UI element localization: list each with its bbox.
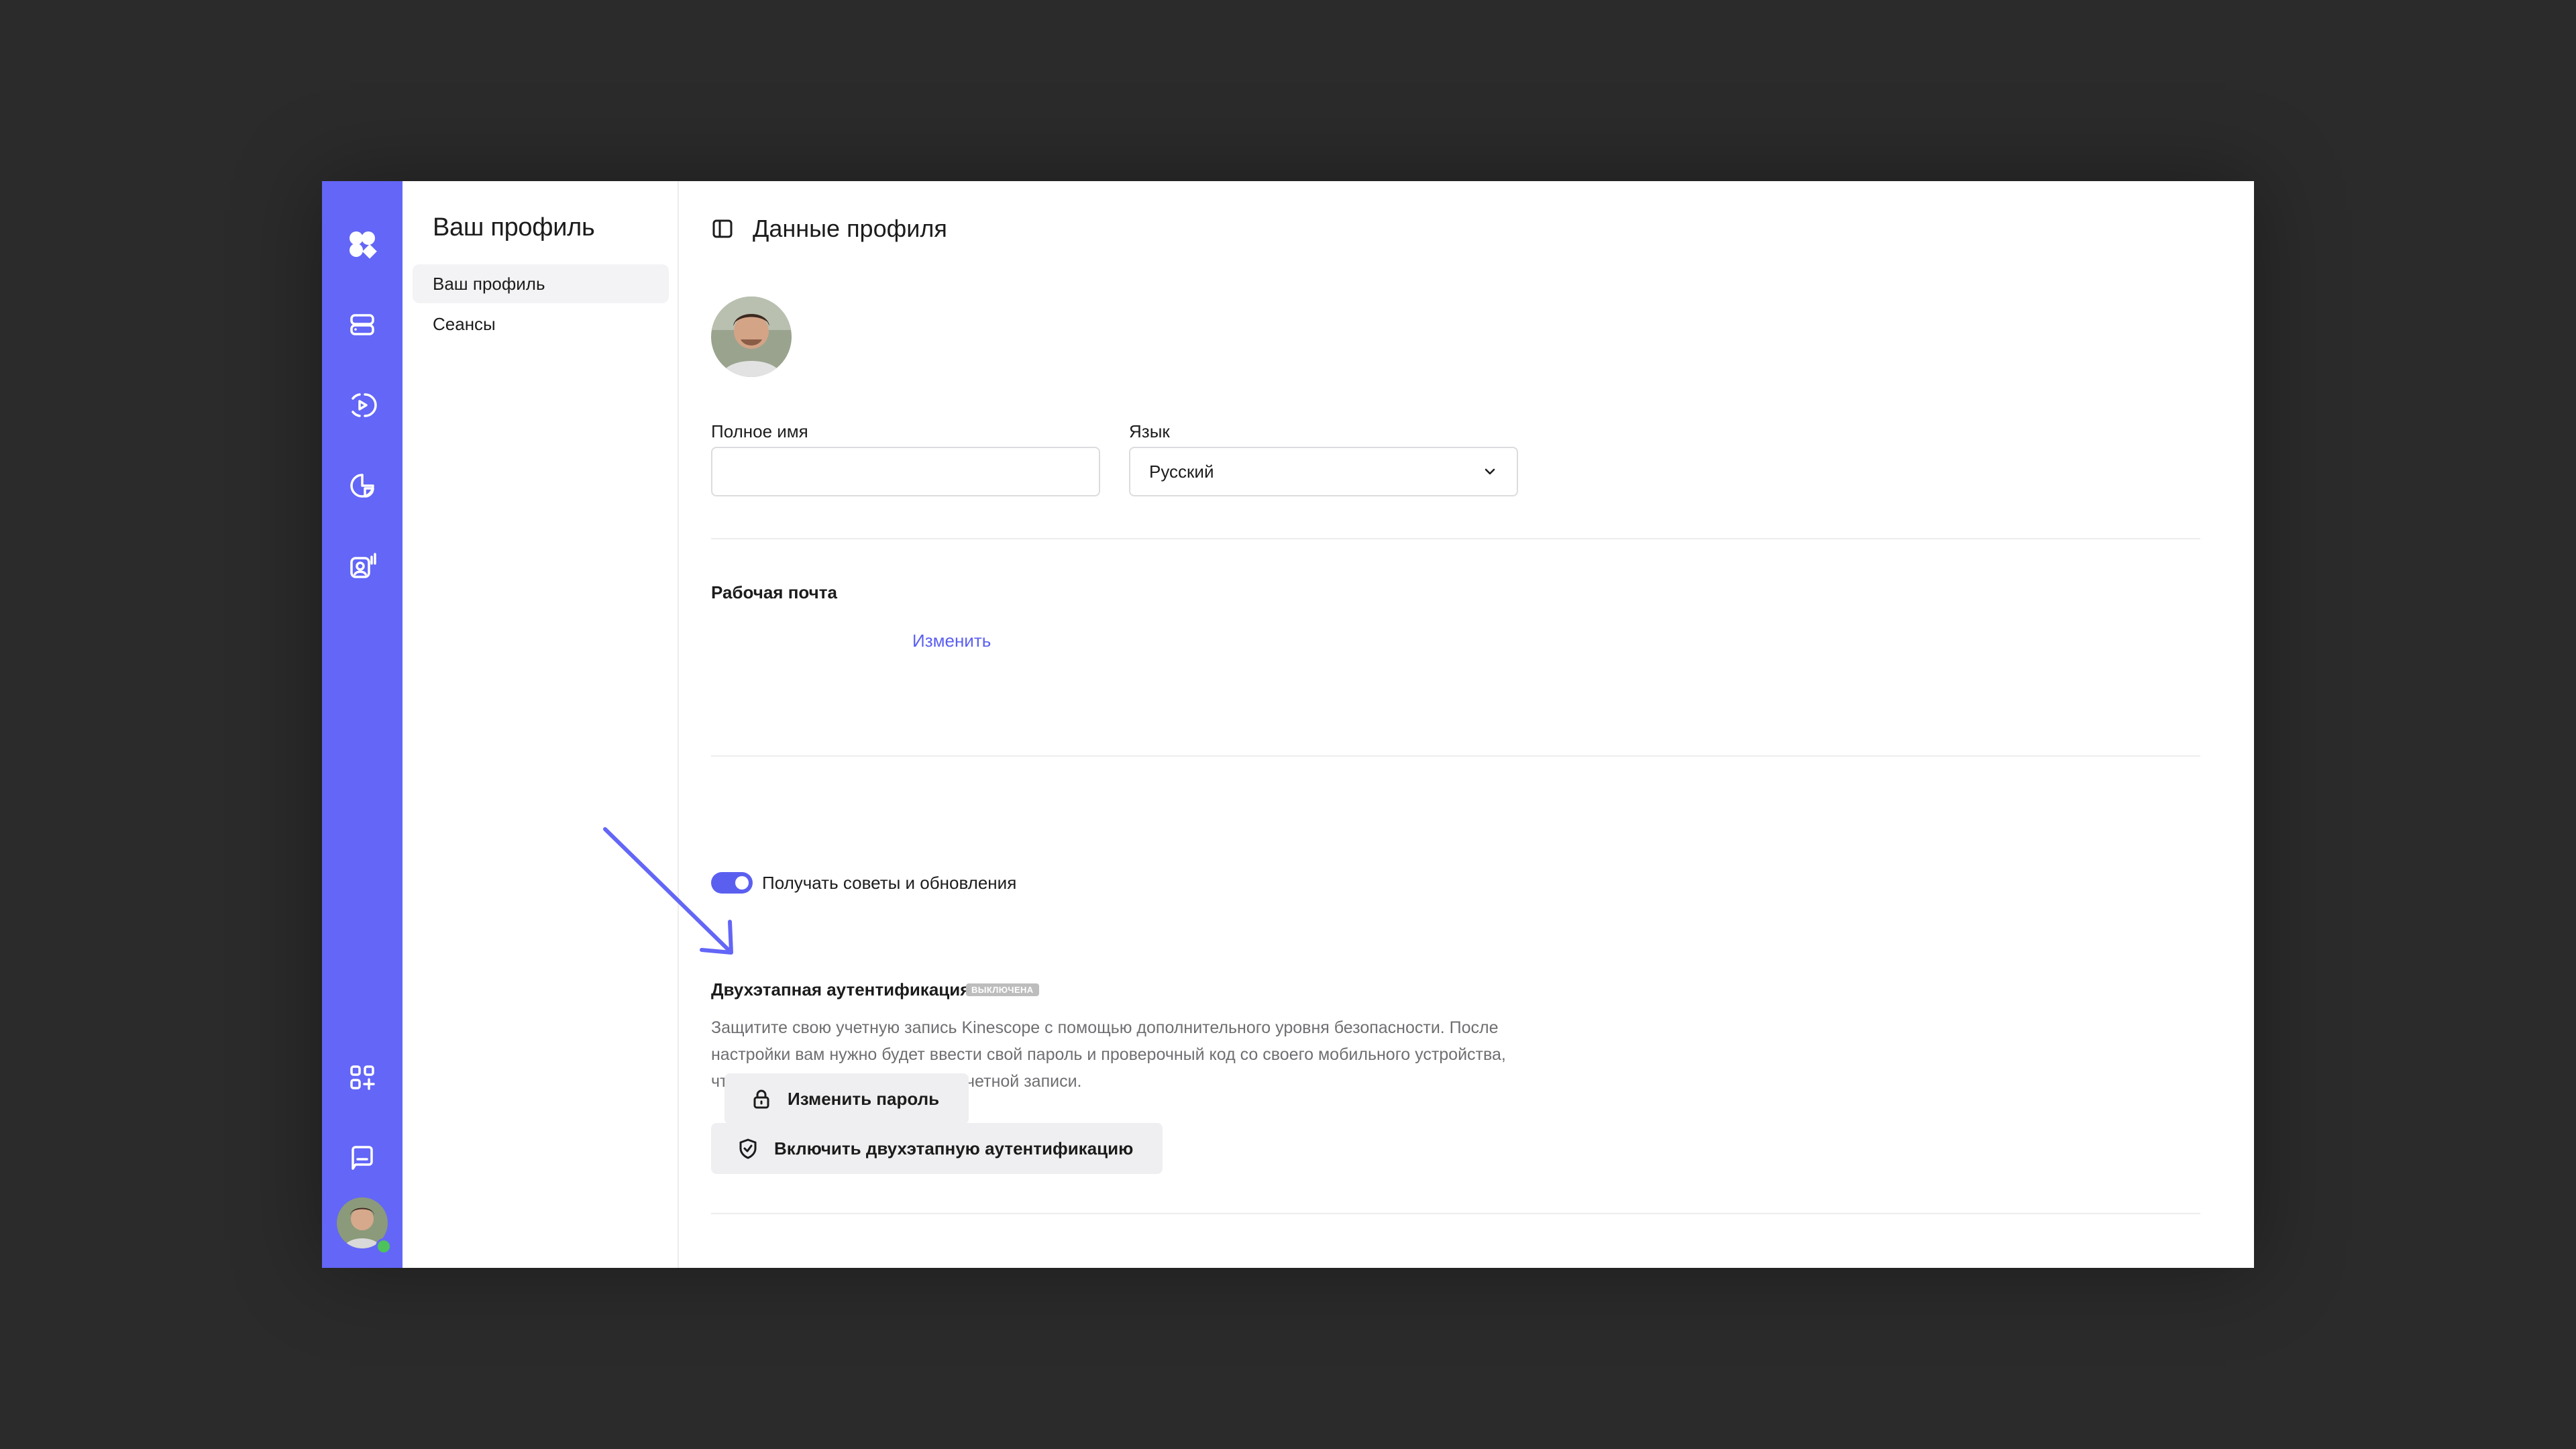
section-divider: [711, 1213, 2200, 1214]
enable-two-factor-button[interactable]: Включить двухэтапную аутентификацию: [711, 1123, 1163, 1174]
change-password-button[interactable]: Изменить пароль: [724, 1073, 969, 1124]
broadcast-icon[interactable]: [338, 381, 386, 429]
newsletter-toggle[interactable]: [711, 872, 753, 894]
full-name-field[interactable]: [711, 447, 1100, 496]
section-divider: [711, 755, 2200, 757]
language-value: Русский: [1149, 461, 1214, 482]
two-factor-title: Двухэтапная аутентификация: [711, 979, 971, 1000]
nav-rail: [322, 181, 402, 1268]
sidebar-item-label: Сеансы: [433, 313, 496, 334]
app-window: Ваш профиль Ваш профиль Сеансы Данные пр…: [322, 181, 2254, 1268]
lock-icon: [753, 1089, 769, 1109]
profile-sidebar: Ваш профиль Ваш профиль Сеансы: [402, 181, 679, 1268]
storage-icon[interactable]: [338, 301, 386, 349]
profile-avatar[interactable]: [711, 297, 792, 377]
sidebar-title: Ваш профиль: [433, 213, 595, 241]
email-label: Рабочая почта: [711, 582, 837, 602]
status-badge: выключена: [966, 983, 1039, 996]
page-header: Данные профиля: [711, 215, 947, 243]
audience-icon[interactable]: [338, 542, 386, 590]
full-name-input[interactable]: [712, 448, 1099, 495]
sidebar-item-sessions[interactable]: Сеансы: [413, 305, 669, 343]
change-email-link[interactable]: Изменить: [912, 631, 991, 651]
analytics-icon[interactable]: [338, 462, 386, 510]
full-name-label: Полное имя: [711, 421, 808, 441]
sidebar-item-label: Ваш профиль: [433, 273, 545, 294]
kinescope-logo-icon[interactable]: [338, 220, 386, 268]
shield-check-icon: [739, 1138, 757, 1159]
chevron-down-icon: [1485, 468, 1495, 475]
toggle-knob: [735, 876, 749, 890]
newsletter-label: Получать советы и обновления: [762, 873, 1017, 893]
language-label: Язык: [1129, 421, 1170, 441]
chat-icon[interactable]: [338, 1134, 386, 1182]
sidebar-toggle-icon[interactable]: [711, 217, 734, 240]
section-divider: [711, 538, 2200, 539]
language-select[interactable]: Русский: [1129, 447, 1518, 496]
online-status-dot: [376, 1238, 392, 1254]
sidebar-item-profile[interactable]: Ваш профиль: [413, 264, 669, 303]
page-title: Данные профиля: [753, 215, 947, 242]
logo-shape: [350, 231, 377, 259]
enable-two-factor-label: Включить двухэтапную аутентификацию: [774, 1138, 1134, 1159]
apps-add-icon[interactable]: [338, 1053, 386, 1102]
change-password-label: Изменить пароль: [788, 1088, 940, 1109]
